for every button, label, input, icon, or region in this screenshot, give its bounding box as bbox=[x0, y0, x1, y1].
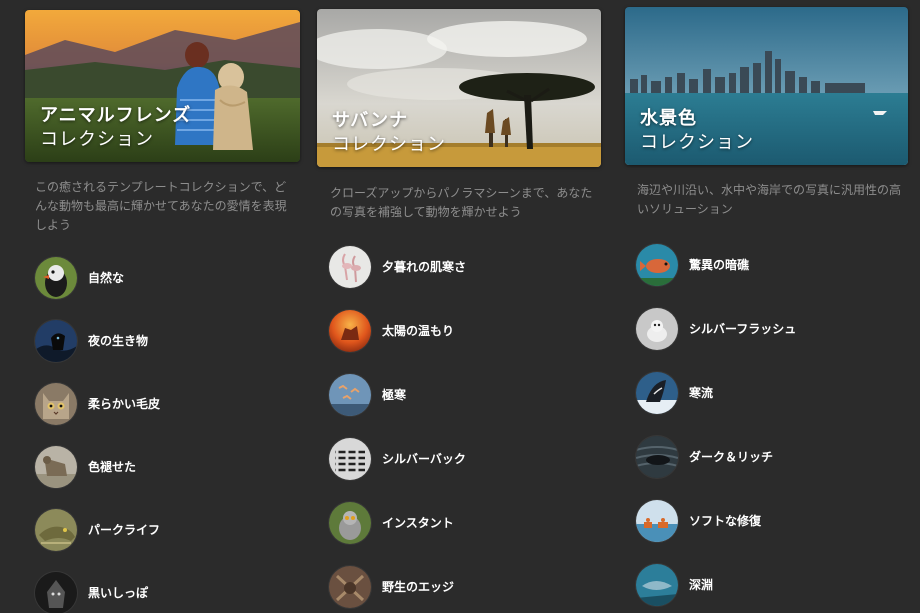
preset-label: 極寒 bbox=[382, 388, 407, 402]
preset-label: 自然な bbox=[88, 271, 125, 285]
lizard-thumbnail bbox=[35, 508, 77, 551]
preset-item-extreme-cold[interactable]: 極寒 bbox=[329, 373, 466, 416]
preset-label: シルバーフラッシュ bbox=[689, 322, 797, 336]
deep-sea-thumbnail bbox=[636, 563, 678, 606]
collection-savanna: サバンナ コレクション クローズアップからパノラマシーンまで、あなたの写真を補強… bbox=[317, 0, 601, 608]
preset-item-silverback[interactable]: シルバーバック bbox=[329, 437, 466, 480]
preset-label: 野生のエッジ bbox=[382, 580, 455, 594]
faded-animal-thumbnail bbox=[35, 445, 77, 488]
preset-label: 太陽の温もり bbox=[382, 324, 455, 338]
preset-label: シルバーバック bbox=[382, 452, 466, 466]
wild-animal-thumbnail bbox=[329, 565, 371, 608]
preset-label: 夕暮れの肌寒さ bbox=[382, 260, 467, 274]
preset-label: インスタント bbox=[382, 516, 454, 530]
preset-list: 驚異の暗礁 シルバーフラッシュ 寒流 ダーク＆リッチ ソフトな修復 深淵 bbox=[636, 243, 796, 613]
preset-item-soft-restore[interactable]: ソフトな修復 bbox=[636, 499, 796, 542]
preset-label: 柔らかい毛皮 bbox=[88, 397, 161, 411]
preset-item-night-creature[interactable]: 夜の生き物 bbox=[35, 319, 160, 362]
preset-label: 驚異の暗礁 bbox=[689, 258, 750, 272]
collection-subtitle: コレクション bbox=[640, 132, 754, 153]
preset-item-silver-flash[interactable]: シルバーフラッシュ bbox=[636, 307, 796, 350]
preset-label: 黒いしっぽ bbox=[88, 586, 149, 600]
preset-label: ダーク＆リッチ bbox=[689, 450, 774, 464]
collections-page: アニマルフレンズ コレクション この癒されるテンプレートコレクションで、どんな動… bbox=[0, 0, 920, 613]
preset-label: パークライフ bbox=[88, 523, 161, 537]
night-animal-thumbnail bbox=[35, 319, 77, 362]
preset-item-soft-fur[interactable]: 柔らかい毛皮 bbox=[35, 382, 160, 425]
preset-list: 夕暮れの肌寒さ 太陽の温もり 極寒 シルバーバック インスタント 野生のエッジ bbox=[329, 245, 466, 613]
preset-item-park-life[interactable]: パークライフ bbox=[35, 508, 160, 551]
warm-sun-thumbnail bbox=[329, 309, 371, 352]
collection-description: クローズアップからパノラマシーンまで、あなたの写真を補強して動物を輝かせよう bbox=[330, 186, 593, 219]
birds-thumbnail bbox=[329, 373, 371, 416]
preset-label: 色褪せた bbox=[88, 460, 137, 474]
lemur-thumbnail bbox=[329, 501, 371, 544]
preset-label: ソフトな修復 bbox=[689, 514, 762, 528]
collection-subtitle: コレクション bbox=[40, 129, 154, 150]
preset-label: 深淵 bbox=[689, 578, 714, 592]
silver-seal-thumbnail bbox=[636, 307, 678, 350]
collection-description: この癒されるテンプレートコレクションで、どんな動物も最高に輝かせてあなたの愛情を… bbox=[35, 180, 287, 232]
cat-thumbnail bbox=[35, 382, 77, 425]
collection-title: サバンナ bbox=[332, 110, 409, 131]
preset-item-abyss[interactable]: 深淵 bbox=[636, 563, 796, 606]
preset-item-sun-warmth[interactable]: 太陽の温もり bbox=[329, 309, 466, 352]
preset-item-dusk-chill[interactable]: 夕暮れの肌寒さ bbox=[329, 245, 466, 288]
flamingo-thumbnail bbox=[329, 245, 371, 288]
black-tail-thumbnail bbox=[35, 571, 77, 613]
beach-thumbnail bbox=[636, 499, 678, 542]
collection-banner[interactable]: 水景色 コレクション bbox=[625, 7, 908, 165]
preset-label: 寒流 bbox=[689, 386, 714, 400]
preset-item-faded[interactable]: 色褪せた bbox=[35, 445, 160, 488]
collection-subtitle: コレクション bbox=[332, 134, 446, 155]
reef-thumbnail bbox=[636, 243, 678, 286]
dark-seal-thumbnail bbox=[636, 435, 678, 478]
collection-title: 水景色 bbox=[640, 108, 697, 129]
preset-item-natural[interactable]: 自然な bbox=[35, 256, 160, 299]
preset-item-instant[interactable]: インスタント bbox=[329, 501, 466, 544]
preset-list: 自然な 夜の生き物 柔らかい毛皮 色褪せた パークライフ 黒いしっぽ bbox=[35, 256, 160, 613]
collection-title: アニマルフレンズ bbox=[40, 105, 192, 126]
whale-thumbnail bbox=[636, 371, 678, 414]
collection-waterscape: 水景色 コレクション 海辺や川沿い、水中や海岸での写真に汎用性の高いソリューショ… bbox=[625, 0, 908, 606]
zebra-thumbnail bbox=[329, 437, 371, 480]
preset-label: 夜の生き物 bbox=[88, 334, 149, 348]
collection-banner[interactable]: アニマルフレンズ コレクション bbox=[25, 10, 300, 162]
preset-item-wild-edge[interactable]: 野生のエッジ bbox=[329, 565, 466, 608]
collection-banner[interactable]: サバンナ コレクション bbox=[317, 9, 601, 167]
collection-description: 海辺や川沿い、水中や海岸での写真に汎用性の高いソリューション bbox=[637, 183, 902, 216]
collection-animal-friends: アニマルフレンズ コレクション この癒されるテンプレートコレクションで、どんな動… bbox=[25, 0, 300, 613]
preset-item-wonder-reef[interactable]: 驚異の暗礁 bbox=[636, 243, 796, 286]
puffin-thumbnail bbox=[35, 256, 77, 299]
preset-item-black-tail[interactable]: 黒いしっぽ bbox=[35, 571, 160, 613]
preset-item-dark-rich[interactable]: ダーク＆リッチ bbox=[636, 435, 796, 478]
preset-item-cold-current[interactable]: 寒流 bbox=[636, 371, 796, 414]
